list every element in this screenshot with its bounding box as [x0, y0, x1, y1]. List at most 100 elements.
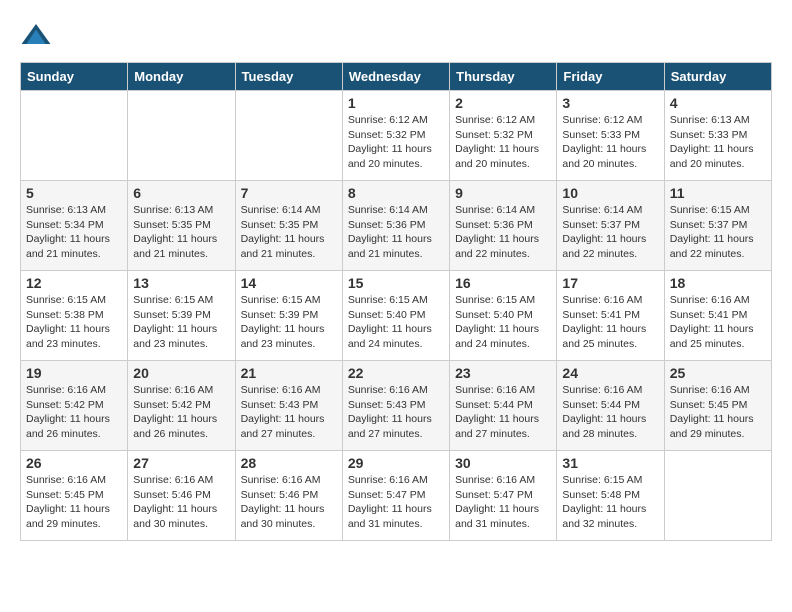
day-number: 19	[26, 365, 122, 381]
sunset-text: Sunset: 5:45 PM	[670, 399, 748, 411]
sunrise-text: Sunrise: 6:15 AM	[670, 204, 750, 216]
day-number: 15	[348, 275, 444, 291]
daylight-text: Daylight: 11 hours and 31 minutes.	[348, 503, 432, 530]
calendar-cell: 17 Sunrise: 6:16 AM Sunset: 5:41 PM Dayl…	[557, 271, 664, 361]
day-header-sunday: Sunday	[21, 63, 128, 91]
sunset-text: Sunset: 5:45 PM	[26, 489, 104, 501]
sunset-text: Sunset: 5:40 PM	[348, 309, 426, 321]
daylight-text: Daylight: 11 hours and 30 minutes.	[133, 503, 217, 530]
day-number: 9	[455, 185, 551, 201]
sunrise-text: Sunrise: 6:15 AM	[133, 294, 213, 306]
sunrise-text: Sunrise: 6:16 AM	[26, 384, 106, 396]
day-info: Sunrise: 6:12 AM Sunset: 5:33 PM Dayligh…	[562, 113, 658, 172]
sunrise-text: Sunrise: 6:14 AM	[562, 204, 642, 216]
day-number: 27	[133, 455, 229, 471]
calendar-cell: 13 Sunrise: 6:15 AM Sunset: 5:39 PM Dayl…	[128, 271, 235, 361]
day-info: Sunrise: 6:15 AM Sunset: 5:37 PM Dayligh…	[670, 203, 766, 262]
day-number: 28	[241, 455, 337, 471]
day-info: Sunrise: 6:16 AM Sunset: 5:41 PM Dayligh…	[670, 293, 766, 352]
sunrise-text: Sunrise: 6:16 AM	[348, 384, 428, 396]
calendar-cell: 15 Sunrise: 6:15 AM Sunset: 5:40 PM Dayl…	[342, 271, 449, 361]
sunset-text: Sunset: 5:44 PM	[455, 399, 533, 411]
day-info: Sunrise: 6:15 AM Sunset: 5:38 PM Dayligh…	[26, 293, 122, 352]
calendar-week-row: 19 Sunrise: 6:16 AM Sunset: 5:42 PM Dayl…	[21, 361, 772, 451]
sunrise-text: Sunrise: 6:16 AM	[241, 474, 321, 486]
sunset-text: Sunset: 5:35 PM	[133, 219, 211, 231]
day-number: 18	[670, 275, 766, 291]
day-number: 4	[670, 95, 766, 111]
calendar-cell	[664, 451, 771, 541]
sunrise-text: Sunrise: 6:16 AM	[348, 474, 428, 486]
day-number: 23	[455, 365, 551, 381]
daylight-text: Daylight: 11 hours and 24 minutes.	[455, 323, 539, 350]
calendar-cell	[21, 91, 128, 181]
day-info: Sunrise: 6:16 AM Sunset: 5:46 PM Dayligh…	[241, 473, 337, 532]
sunset-text: Sunset: 5:37 PM	[562, 219, 640, 231]
daylight-text: Daylight: 11 hours and 20 minutes.	[670, 143, 754, 170]
daylight-text: Daylight: 11 hours and 29 minutes.	[670, 413, 754, 440]
daylight-text: Daylight: 11 hours and 25 minutes.	[562, 323, 646, 350]
sunrise-text: Sunrise: 6:16 AM	[670, 294, 750, 306]
day-info: Sunrise: 6:12 AM Sunset: 5:32 PM Dayligh…	[455, 113, 551, 172]
calendar-cell: 20 Sunrise: 6:16 AM Sunset: 5:42 PM Dayl…	[128, 361, 235, 451]
calendar-week-row: 26 Sunrise: 6:16 AM Sunset: 5:45 PM Dayl…	[21, 451, 772, 541]
calendar-cell: 18 Sunrise: 6:16 AM Sunset: 5:41 PM Dayl…	[664, 271, 771, 361]
day-number: 22	[348, 365, 444, 381]
sunset-text: Sunset: 5:38 PM	[26, 309, 104, 321]
day-info: Sunrise: 6:15 AM Sunset: 5:40 PM Dayligh…	[348, 293, 444, 352]
daylight-text: Daylight: 11 hours and 25 minutes.	[670, 323, 754, 350]
calendar-week-row: 12 Sunrise: 6:15 AM Sunset: 5:38 PM Dayl…	[21, 271, 772, 361]
sunset-text: Sunset: 5:36 PM	[348, 219, 426, 231]
day-info: Sunrise: 6:16 AM Sunset: 5:47 PM Dayligh…	[348, 473, 444, 532]
sunset-text: Sunset: 5:39 PM	[133, 309, 211, 321]
day-info: Sunrise: 6:16 AM Sunset: 5:41 PM Dayligh…	[562, 293, 658, 352]
calendar-cell: 22 Sunrise: 6:16 AM Sunset: 5:43 PM Dayl…	[342, 361, 449, 451]
day-info: Sunrise: 6:13 AM Sunset: 5:33 PM Dayligh…	[670, 113, 766, 172]
day-info: Sunrise: 6:14 AM Sunset: 5:37 PM Dayligh…	[562, 203, 658, 262]
daylight-text: Daylight: 11 hours and 21 minutes.	[348, 233, 432, 260]
day-header-friday: Friday	[557, 63, 664, 91]
sunset-text: Sunset: 5:46 PM	[133, 489, 211, 501]
daylight-text: Daylight: 11 hours and 26 minutes.	[26, 413, 110, 440]
day-number: 21	[241, 365, 337, 381]
sunrise-text: Sunrise: 6:16 AM	[670, 384, 750, 396]
day-number: 24	[562, 365, 658, 381]
sunset-text: Sunset: 5:43 PM	[348, 399, 426, 411]
daylight-text: Daylight: 11 hours and 23 minutes.	[241, 323, 325, 350]
day-number: 13	[133, 275, 229, 291]
day-number: 6	[133, 185, 229, 201]
daylight-text: Daylight: 11 hours and 26 minutes.	[133, 413, 217, 440]
sunset-text: Sunset: 5:47 PM	[455, 489, 533, 501]
calendar-cell: 6 Sunrise: 6:13 AM Sunset: 5:35 PM Dayli…	[128, 181, 235, 271]
sunset-text: Sunset: 5:32 PM	[455, 129, 533, 141]
day-number: 14	[241, 275, 337, 291]
sunrise-text: Sunrise: 6:14 AM	[348, 204, 428, 216]
sunset-text: Sunset: 5:39 PM	[241, 309, 319, 321]
daylight-text: Daylight: 11 hours and 23 minutes.	[133, 323, 217, 350]
day-header-monday: Monday	[128, 63, 235, 91]
sunrise-text: Sunrise: 6:16 AM	[562, 294, 642, 306]
calendar-cell: 2 Sunrise: 6:12 AM Sunset: 5:32 PM Dayli…	[450, 91, 557, 181]
logo-icon	[20, 20, 52, 52]
day-number: 25	[670, 365, 766, 381]
day-info: Sunrise: 6:16 AM Sunset: 5:47 PM Dayligh…	[455, 473, 551, 532]
day-header-tuesday: Tuesday	[235, 63, 342, 91]
sunrise-text: Sunrise: 6:16 AM	[455, 384, 535, 396]
daylight-text: Daylight: 11 hours and 30 minutes.	[241, 503, 325, 530]
sunrise-text: Sunrise: 6:12 AM	[348, 114, 428, 126]
day-number: 17	[562, 275, 658, 291]
day-number: 5	[26, 185, 122, 201]
day-info: Sunrise: 6:14 AM Sunset: 5:36 PM Dayligh…	[348, 203, 444, 262]
calendar-cell: 29 Sunrise: 6:16 AM Sunset: 5:47 PM Dayl…	[342, 451, 449, 541]
day-number: 20	[133, 365, 229, 381]
daylight-text: Daylight: 11 hours and 20 minutes.	[348, 143, 432, 170]
sunset-text: Sunset: 5:37 PM	[670, 219, 748, 231]
sunrise-text: Sunrise: 6:16 AM	[562, 384, 642, 396]
day-info: Sunrise: 6:16 AM Sunset: 5:45 PM Dayligh…	[670, 383, 766, 442]
day-number: 8	[348, 185, 444, 201]
day-info: Sunrise: 6:14 AM Sunset: 5:36 PM Dayligh…	[455, 203, 551, 262]
calendar-cell: 5 Sunrise: 6:13 AM Sunset: 5:34 PM Dayli…	[21, 181, 128, 271]
day-info: Sunrise: 6:13 AM Sunset: 5:34 PM Dayligh…	[26, 203, 122, 262]
sunset-text: Sunset: 5:33 PM	[562, 129, 640, 141]
day-number: 1	[348, 95, 444, 111]
